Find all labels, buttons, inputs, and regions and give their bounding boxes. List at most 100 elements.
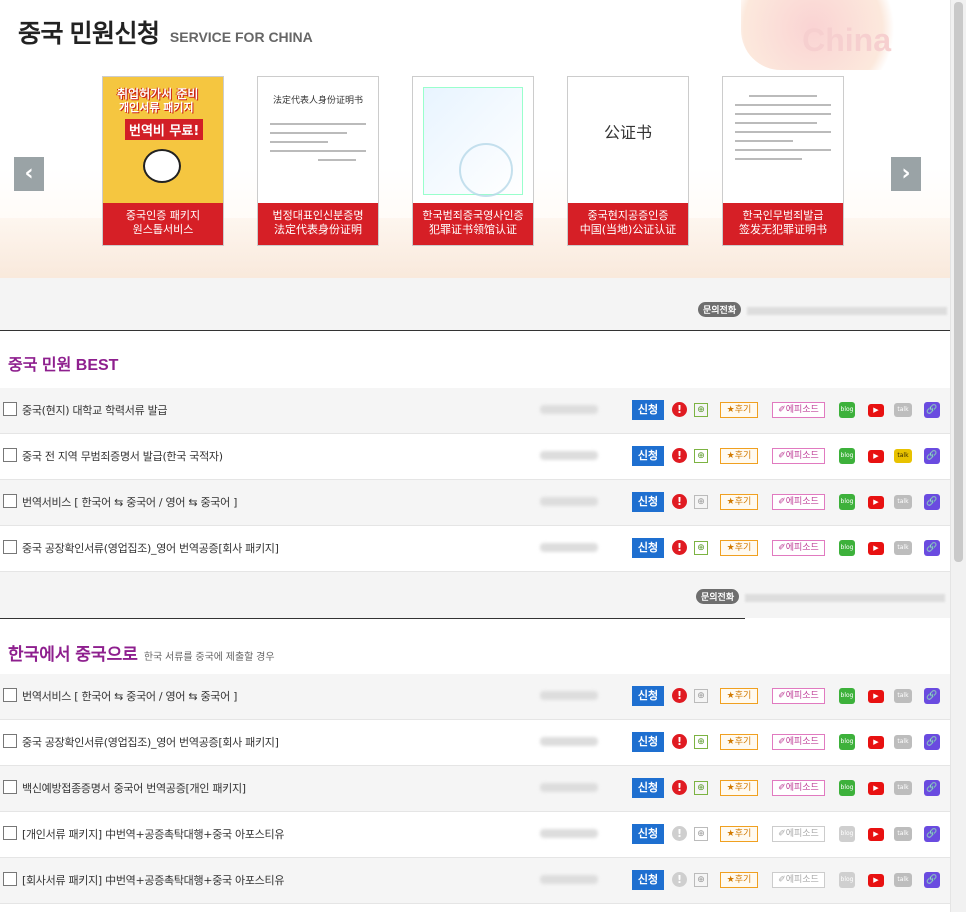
blog-icon[interactable]: blog xyxy=(839,780,855,796)
kakao-icon[interactable]: talk xyxy=(894,873,912,887)
blog-icon[interactable]: blog xyxy=(839,540,855,556)
row-checkbox[interactable] xyxy=(3,826,17,840)
kakao-icon[interactable]: talk xyxy=(894,495,912,509)
blog-icon[interactable]: blog xyxy=(839,734,855,750)
alert-icon[interactable]: ! xyxy=(672,780,687,795)
review-button[interactable]: ★후기 xyxy=(720,688,758,704)
kakao-icon[interactable]: talk xyxy=(894,827,912,841)
kakao-icon[interactable]: talk xyxy=(894,735,912,749)
youtube-icon[interactable]: ▶ xyxy=(868,542,884,555)
apply-button[interactable]: 신청 xyxy=(632,870,664,890)
row-checkbox[interactable] xyxy=(3,448,17,462)
blog-icon[interactable]: blog xyxy=(839,688,855,704)
apply-button[interactable]: 신청 xyxy=(632,732,664,752)
apply-button[interactable]: 신청 xyxy=(632,492,664,512)
episode-button[interactable]: ✐에피소드 xyxy=(772,494,825,510)
review-button[interactable]: ★후기 xyxy=(720,826,758,842)
preview-icon[interactable]: ⊕ xyxy=(694,495,708,509)
row-label[interactable]: 중국(현지) 대학교 학력서류 발급 xyxy=(22,402,168,418)
episode-button[interactable]: ✐에피소드 xyxy=(772,448,825,464)
preview-icon[interactable]: ⊕ xyxy=(694,735,708,749)
alert-icon[interactable]: ! xyxy=(672,402,687,417)
kakao-icon[interactable]: talk xyxy=(894,541,912,555)
preview-icon[interactable]: ⊕ xyxy=(694,781,708,795)
carousel-prev-button[interactable]: ‹ xyxy=(14,157,44,191)
row-checkbox[interactable] xyxy=(3,734,17,748)
link-icon[interactable]: 🔗 xyxy=(924,494,940,510)
alert-icon[interactable]: ! xyxy=(672,688,687,703)
blog-icon[interactable]: blog xyxy=(839,494,855,510)
alert-icon[interactable]: ! xyxy=(672,494,687,509)
row-label[interactable]: 번역서비스 [ 한국어 ⇆ 중국어 / 영어 ⇆ 중국어 ] xyxy=(22,688,237,704)
alert-icon[interactable]: ! xyxy=(672,826,687,841)
preview-icon[interactable]: ⊕ xyxy=(694,403,708,417)
carousel-next-button[interactable]: › xyxy=(891,157,921,191)
alert-icon[interactable]: ! xyxy=(672,872,687,887)
youtube-icon[interactable]: ▶ xyxy=(868,874,884,887)
link-icon[interactable]: 🔗 xyxy=(924,826,940,842)
row-label[interactable]: 중국 전 지역 무범죄증명서 발급(한국 국적자) xyxy=(22,448,223,464)
link-icon[interactable]: 🔗 xyxy=(924,540,940,556)
alert-icon[interactable]: ! xyxy=(672,540,687,555)
preview-icon[interactable]: ⊕ xyxy=(694,873,708,887)
youtube-icon[interactable]: ▶ xyxy=(868,690,884,703)
kakao-icon[interactable]: talk xyxy=(894,403,912,417)
row-checkbox[interactable] xyxy=(3,688,17,702)
preview-icon[interactable]: ⊕ xyxy=(694,827,708,841)
preview-icon[interactable]: ⊕ xyxy=(694,449,708,463)
row-label[interactable]: 백신예방접종증명서 중국어 번역공증[개인 패키지] xyxy=(22,780,246,796)
link-icon[interactable]: 🔗 xyxy=(924,734,940,750)
review-button[interactable]: ★후기 xyxy=(720,872,758,888)
review-button[interactable]: ★후기 xyxy=(720,494,758,510)
review-button[interactable]: ★후기 xyxy=(720,448,758,464)
row-checkbox[interactable] xyxy=(3,872,17,886)
episode-button[interactable]: ✐에피소드 xyxy=(772,540,825,556)
preview-icon[interactable]: ⊕ xyxy=(694,689,708,703)
row-checkbox[interactable] xyxy=(3,402,17,416)
apply-button[interactable]: 신청 xyxy=(632,824,664,844)
episode-button[interactable]: ✐에피소드 xyxy=(772,734,825,750)
vertical-scrollbar[interactable] xyxy=(950,0,966,912)
alert-icon[interactable]: ! xyxy=(672,448,687,463)
episode-button[interactable]: ✐에피소드 xyxy=(772,780,825,796)
carousel-card[interactable]: 취업허가서 준비 개인서류 패키지 번역비 무료! 중국인증 패키지 원스톱서비… xyxy=(102,76,224,246)
scrollbar-thumb[interactable] xyxy=(954,2,963,562)
review-button[interactable]: ★후기 xyxy=(720,734,758,750)
apply-button[interactable]: 신청 xyxy=(632,686,664,706)
preview-icon[interactable]: ⊕ xyxy=(694,541,708,555)
apply-button[interactable]: 신청 xyxy=(632,778,664,798)
link-icon[interactable]: 🔗 xyxy=(924,402,940,418)
kakao-icon[interactable]: talk xyxy=(894,449,912,463)
apply-button[interactable]: 신청 xyxy=(632,446,664,466)
apply-button[interactable]: 신청 xyxy=(632,538,664,558)
link-icon[interactable]: 🔗 xyxy=(924,872,940,888)
row-checkbox[interactable] xyxy=(3,494,17,508)
carousel-card[interactable]: 한국인무범죄발급 签发无犯罪证明书 xyxy=(722,76,844,246)
review-button[interactable]: ★후기 xyxy=(720,540,758,556)
blog-icon[interactable]: blog xyxy=(839,872,855,888)
apply-button[interactable]: 신청 xyxy=(632,400,664,420)
row-checkbox[interactable] xyxy=(3,780,17,794)
row-label[interactable]: [개인서류 패키지] 中번역+공증촉탁대행+중국 아포스티유 xyxy=(22,826,284,842)
row-label[interactable]: 번역서비스 [ 한국어 ⇆ 중국어 / 영어 ⇆ 중국어 ] xyxy=(22,494,237,510)
row-label[interactable]: [회사서류 패키지] 中번역+공증촉탁대행+중국 아포스티유 xyxy=(22,872,284,888)
blog-icon[interactable]: blog xyxy=(839,826,855,842)
row-label[interactable]: 중국 공장확인서류(영업집조)_영어 번역공증[회사 패키지] xyxy=(22,540,279,556)
link-icon[interactable]: 🔗 xyxy=(924,448,940,464)
carousel-card[interactable]: 公证书 중국현지공증인증 中国(当地)公证认证 xyxy=(567,76,689,246)
review-button[interactable]: ★후기 xyxy=(720,780,758,796)
kakao-icon[interactable]: talk xyxy=(894,689,912,703)
youtube-icon[interactable]: ▶ xyxy=(868,828,884,841)
youtube-icon[interactable]: ▶ xyxy=(868,782,884,795)
carousel-card[interactable]: 한국범죄증국영사인증 犯罪证书领馆认证 xyxy=(412,76,534,246)
episode-button[interactable]: ✐에피소드 xyxy=(772,688,825,704)
blog-icon[interactable]: blog xyxy=(839,402,855,418)
episode-button[interactable]: ✐에피소드 xyxy=(772,826,825,842)
row-checkbox[interactable] xyxy=(3,540,17,554)
alert-icon[interactable]: ! xyxy=(672,734,687,749)
link-icon[interactable]: 🔗 xyxy=(924,688,940,704)
youtube-icon[interactable]: ▶ xyxy=(868,736,884,749)
episode-button[interactable]: ✐에피소드 xyxy=(772,402,825,418)
blog-icon[interactable]: blog xyxy=(839,448,855,464)
row-label[interactable]: 중국 공장확인서류(영업집조)_영어 번역공증[회사 패키지] xyxy=(22,734,279,750)
